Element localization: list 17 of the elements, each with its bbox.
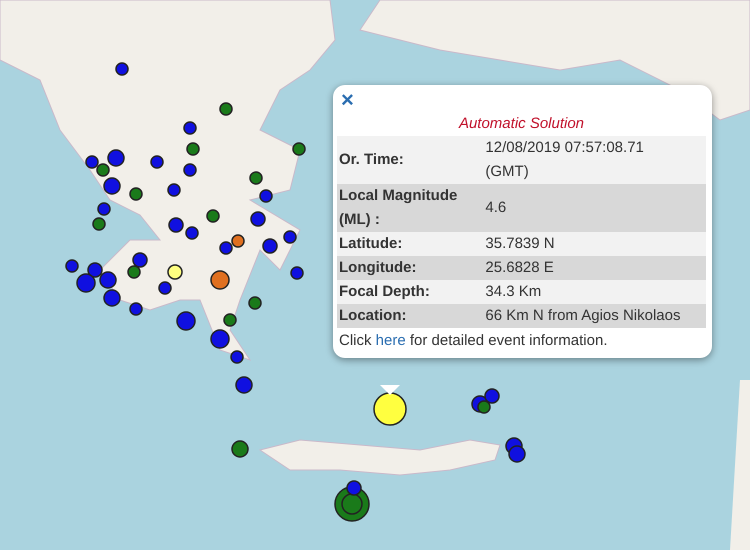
field-value: 25.6828 E	[483, 256, 706, 280]
field-label: Longitude:	[337, 256, 484, 280]
popup-title: Automatic Solution	[457, 115, 586, 132]
field-value: 35.7839 N	[483, 232, 706, 256]
close-button[interactable]: ×	[337, 89, 358, 111]
field-value: 34.3 Km	[483, 280, 706, 304]
field-value: 66 Km N from Agios Nikolaos	[483, 304, 706, 328]
field-label: Local Magnitude (ML) :	[337, 184, 484, 232]
field-value: 4.6	[483, 184, 706, 232]
field-label: Focal Depth:	[337, 280, 484, 304]
field-label: Latitude:	[337, 232, 484, 256]
field-label: Location:	[337, 304, 484, 328]
field-value: 12/08/2019 07:57:08.71 (GMT)	[483, 136, 706, 184]
details-link[interactable]: here	[376, 332, 406, 349]
event-info-text: Click here for detailed event information.	[338, 331, 608, 351]
field-label: Or. Time:	[337, 136, 484, 184]
popup-pointer	[380, 385, 400, 395]
